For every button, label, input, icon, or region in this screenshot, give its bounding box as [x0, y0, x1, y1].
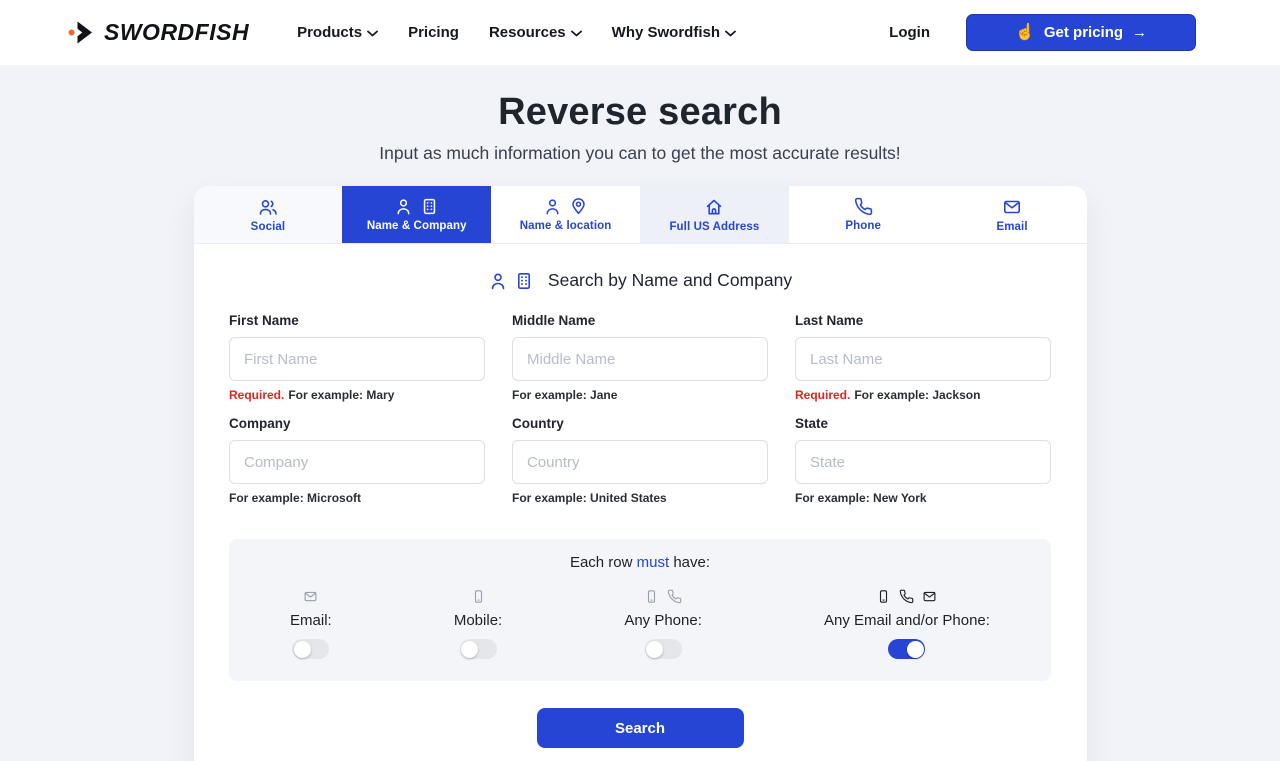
tab-email[interactable]: Email	[938, 186, 1087, 243]
any-phone-toggle[interactable]	[645, 639, 682, 659]
tab-phone[interactable]: Phone	[789, 186, 938, 243]
swordfish-logo-icon	[68, 19, 95, 46]
company-input[interactable]	[229, 440, 485, 484]
tab-name-location[interactable]: Name & location	[491, 186, 640, 243]
middle-name-input[interactable]	[512, 337, 768, 381]
search-type-tabs: Social Name & Company	[194, 186, 1087, 244]
page-subtitle: Input as much information you can to get…	[0, 143, 1280, 164]
field-country: Country For example: United States	[512, 416, 768, 505]
last-name-input[interactable]	[795, 337, 1051, 381]
field-label: State	[795, 416, 1051, 431]
field-helper: Required.For example: Jackson	[795, 388, 1051, 402]
top-navigation-bar: SWORDFISH Products Pricing Resources Why…	[0, 0, 1280, 65]
field-helper: For example: United States	[512, 491, 768, 505]
arrow-right-icon: →	[1132, 24, 1147, 41]
building-icon	[420, 197, 439, 216]
brand-name: SWORDFISH	[104, 19, 249, 46]
smartphone-icon	[644, 589, 659, 604]
person-icon	[488, 271, 508, 291]
page-title: Reverse search	[0, 91, 1280, 134]
first-name-input[interactable]	[229, 337, 485, 381]
country-input[interactable]	[512, 440, 768, 484]
email-toggle[interactable]	[292, 639, 329, 659]
row-requirements-box: Each row must have: Email: Mobile:	[229, 539, 1051, 681]
tap-hand-icon: ☝	[1015, 25, 1035, 41]
hero-section: Reverse search Input as much information…	[0, 65, 1280, 164]
toggle-group-mobile: Mobile:	[454, 588, 502, 659]
section-title: Search by Name and Company	[548, 270, 792, 291]
nav-pricing[interactable]: Pricing	[408, 24, 459, 41]
chevron-down-icon	[725, 30, 736, 37]
swordfish-logo[interactable]: SWORDFISH	[68, 19, 249, 46]
field-helper: For example: Microsoft	[229, 491, 485, 505]
login-button[interactable]: Login	[889, 24, 930, 41]
reverse-search-card: Social Name & Company	[194, 186, 1087, 761]
any-email-phone-toggle[interactable]	[888, 639, 925, 659]
location-pin-icon	[569, 197, 588, 216]
nav-resources[interactable]: Resources	[489, 24, 582, 41]
main-nav: Products Pricing Resources Why Swordfish	[297, 24, 736, 41]
smartphone-icon	[876, 589, 891, 604]
tab-name-company[interactable]: Name & Company	[342, 186, 491, 243]
get-pricing-button[interactable]: ☝ Get pricing →	[966, 14, 1196, 51]
person-icon	[394, 197, 413, 216]
field-label: Country	[512, 416, 768, 431]
field-label: Middle Name	[512, 313, 768, 328]
field-first-name: First Name Required.For example: Mary	[229, 313, 485, 402]
nav-why-swordfish[interactable]: Why Swordfish	[612, 24, 736, 41]
field-helper: For example: Jane	[512, 388, 768, 402]
field-middle-name: Middle Name For example: Jane	[512, 313, 768, 402]
tab-social[interactable]: Social	[194, 186, 343, 243]
envelope-icon	[303, 589, 318, 604]
requirements-title: Each row must have:	[229, 554, 1051, 571]
smartphone-icon	[471, 589, 486, 604]
phone-icon	[899, 589, 914, 604]
phone-icon	[854, 197, 873, 216]
phone-icon	[667, 589, 682, 604]
search-form: First Name Required.For example: Mary Mi…	[229, 313, 1051, 505]
field-label: First Name	[229, 313, 485, 328]
envelope-icon	[1002, 197, 1022, 217]
chevron-down-icon	[367, 30, 378, 37]
envelope-icon	[922, 589, 937, 604]
people-icon	[258, 197, 278, 217]
home-icon	[704, 197, 724, 217]
tab-full-us-address[interactable]: Full US Address	[640, 186, 789, 243]
field-last-name: Last Name Required.For example: Jackson	[795, 313, 1051, 402]
field-state: State For example: New York	[795, 416, 1051, 505]
field-helper: Required.For example: Mary	[229, 388, 485, 402]
state-input[interactable]	[795, 440, 1051, 484]
field-company: Company For example: Microsoft	[229, 416, 485, 505]
mobile-toggle[interactable]	[460, 639, 497, 659]
field-label: Company	[229, 416, 485, 431]
building-icon	[514, 271, 534, 291]
nav-products[interactable]: Products	[297, 24, 378, 41]
field-helper: For example: New York	[795, 491, 1051, 505]
toggle-group-any-email-phone: Any Email and/or Phone:	[824, 588, 990, 659]
header-actions: Login ☝ Get pricing →	[889, 14, 1196, 51]
toggle-group-email: Email:	[290, 588, 332, 659]
person-icon	[543, 197, 562, 216]
section-heading: Search by Name and Company	[194, 270, 1087, 291]
field-label: Last Name	[795, 313, 1051, 328]
chevron-down-icon	[571, 30, 582, 37]
toggle-group-any-phone: Any Phone:	[624, 588, 702, 659]
search-button[interactable]: Search	[537, 708, 744, 748]
